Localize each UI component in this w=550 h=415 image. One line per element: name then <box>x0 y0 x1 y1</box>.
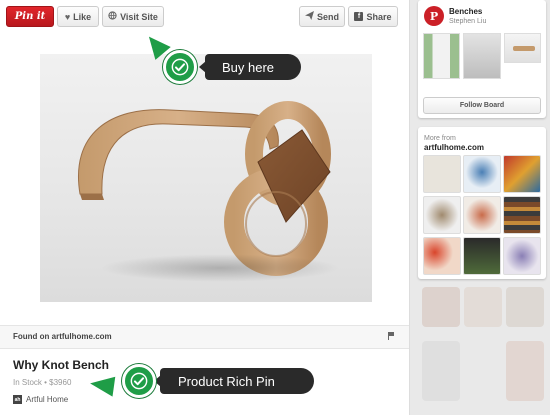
more-from-site[interactable]: artfulhome.com <box>424 143 484 152</box>
more-pin-thumbnail[interactable] <box>503 155 541 193</box>
more-pin-thumbnail[interactable] <box>503 237 541 275</box>
merchant-name: Artful Home <box>26 395 69 404</box>
more-pin-thumbnail[interactable] <box>463 237 501 275</box>
like-label: Like <box>73 11 92 22</box>
pinterest-logo-icon: P <box>424 6 444 26</box>
like-button[interactable]: ♥ Like <box>57 6 99 27</box>
pin-toolbar: Pin it ♥ Like Visit Site Send f Share <box>6 6 403 28</box>
divider <box>0 348 409 349</box>
paper-plane-icon <box>304 11 314 22</box>
callout-pointer <box>88 373 116 397</box>
send-button[interactable]: Send <box>299 6 345 27</box>
board-title[interactable]: Benches <box>449 7 482 16</box>
facebook-icon: f <box>354 12 364 21</box>
board-owner[interactable]: Stephen Liu <box>449 18 486 25</box>
globe-icon <box>108 11 117 22</box>
more-from-label: More from <box>424 135 456 142</box>
share-button[interactable]: f Share <box>348 6 398 27</box>
share-label: Share <box>366 11 392 22</box>
buy-here-callout: Buy here <box>199 54 301 80</box>
more-pin-thumbnail[interactable] <box>423 237 461 275</box>
more-pin-thumbnail[interactable] <box>423 196 461 234</box>
product-title[interactable]: Why Knot Bench <box>13 358 109 372</box>
more-pin-thumbnail[interactable] <box>463 155 501 193</box>
more-pin-thumbnail[interactable] <box>463 196 501 234</box>
follow-board-label: Follow Board <box>459 102 505 109</box>
more-pin-thumbnail[interactable] <box>503 196 541 234</box>
product-rich-pin-label: Product Rich Pin <box>178 373 275 389</box>
visit-site-label: Visit Site <box>120 11 158 22</box>
background-pins <box>418 285 550 415</box>
heart-icon: ♥ <box>64 11 71 22</box>
divider <box>0 325 409 326</box>
image-shadow <box>100 254 340 282</box>
found-on-text[interactable]: Found on artfulhome.com <box>13 332 112 341</box>
pin-it-label: Pin it <box>14 11 46 22</box>
pin-it-button[interactable]: Pin it <box>6 6 54 27</box>
follow-board-button[interactable]: Follow Board <box>423 97 541 114</box>
pin-image[interactable] <box>40 54 372 302</box>
stock-price: In Stock • $3960 <box>13 378 72 387</box>
visit-site-button[interactable]: Visit Site <box>102 6 164 27</box>
board-card: P Benches Stephen Liu Follow Board <box>418 0 546 118</box>
board-thumbnail[interactable] <box>504 33 541 63</box>
more-from-card: More from artfulhome.com <box>418 127 546 279</box>
product-rich-pin-callout: Product Rich Pin <box>154 368 314 394</box>
merchant[interactable]: ah Artful Home <box>13 395 68 404</box>
checkmark-icon <box>122 364 156 398</box>
merchant-logo-icon: ah <box>13 395 22 404</box>
checkmark-icon <box>163 50 197 84</box>
buy-here-label: Buy here <box>222 59 275 75</box>
board-thumbnail[interactable] <box>423 33 460 79</box>
send-label: Send <box>316 11 339 22</box>
flag-icon[interactable] <box>388 332 395 340</box>
board-thumbnail[interactable] <box>463 33 501 79</box>
more-pin-thumbnail[interactable] <box>423 155 461 193</box>
